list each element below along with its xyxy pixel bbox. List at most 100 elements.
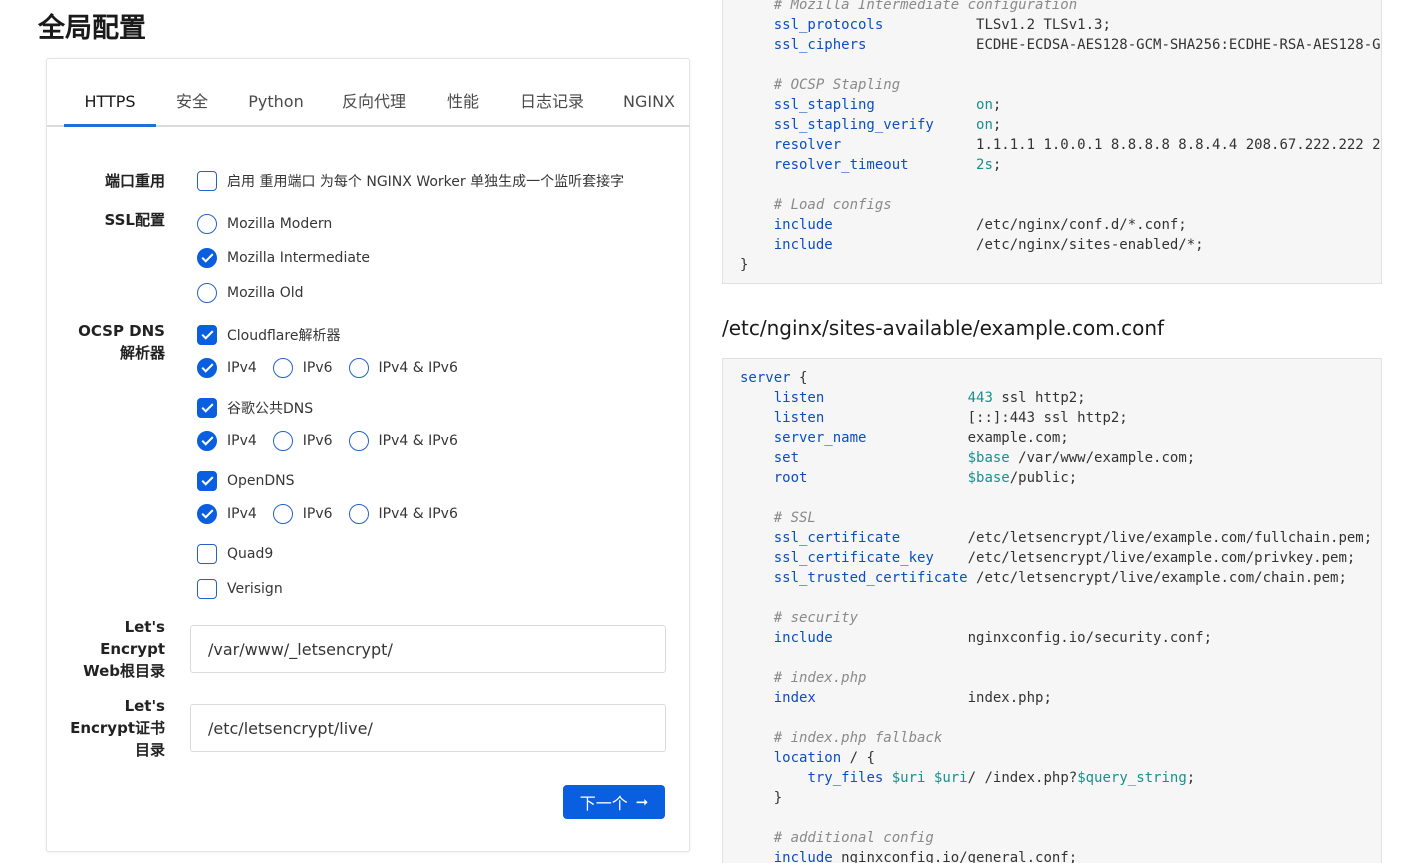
config-panel: HTTPS 安全 Python 反向代理 性能 日志记录 NGINX 端口重用 …	[46, 58, 690, 852]
cloudflare-ipv4[interactable]: IPv4	[197, 358, 257, 378]
ssl-option-modern[interactable]: Mozilla Modern	[197, 213, 332, 235]
code-token: /etc/letsencrypt/live/example.com/chain.…	[967, 570, 1347, 586]
next-button[interactable]: 下一个 ➞	[563, 785, 665, 819]
code-line: root $base/public;	[740, 468, 1077, 488]
code-line: # OCSP Stapling	[740, 75, 900, 95]
check-icon	[200, 250, 214, 263]
code-line: resolver 1.1.1.1 1.0.0.1 8.8.8.8 8.8.4.4…	[740, 135, 1381, 155]
reuseport-option[interactable]: 启用 重用端口 为每个 NGINX Worker 单独生成一个监听套接字	[197, 170, 624, 192]
ip-option-label: IPv4	[227, 360, 257, 376]
opendns-ipv4[interactable]: IPv4	[197, 504, 257, 524]
cloudflare-ipv6[interactable]: IPv6	[272, 358, 333, 378]
letsencrypt-root-label: Let's Encrypt Web根目录	[83, 616, 165, 682]
code-token: location	[773, 750, 842, 766]
ipv6-radio[interactable]	[272, 504, 293, 524]
code-token: # SSL	[773, 510, 816, 526]
ipv4-ipv6-radio[interactable]	[348, 358, 369, 378]
code-line: ssl_trusted_certificate /etc/letsencrypt…	[740, 568, 1347, 588]
code-token: $base	[967, 450, 1010, 466]
code-token: ssl_protocols	[773, 17, 884, 33]
code-token: ssl_ciphers	[773, 37, 867, 53]
google-checkbox[interactable]	[197, 398, 217, 418]
tab-performance[interactable]: 性能	[433, 79, 493, 125]
code-line: # SSL	[740, 508, 816, 528]
ipv4-radio[interactable]	[197, 358, 217, 378]
resolver-opendns[interactable]: OpenDNS	[197, 470, 295, 492]
code-line: include /etc/nginx/conf.d/*.conf;	[740, 215, 1187, 235]
google-ipv4-ipv6[interactable]: IPv4 & IPv6	[348, 431, 458, 451]
ssl-label: SSL配置	[104, 211, 166, 229]
tab-logging[interactable]: 日志记录	[509, 79, 595, 125]
code-token: include	[773, 237, 833, 253]
ssl-intermediate-radio[interactable]	[197, 248, 217, 268]
ssl-option-label: Mozilla Old	[227, 285, 304, 301]
ssl-old-radio[interactable]	[197, 283, 217, 303]
opendns-ipv4-ipv6[interactable]: IPv4 & IPv6	[348, 504, 458, 524]
resolver-cloudflare[interactable]: Cloudflare解析器	[197, 324, 340, 346]
code-token: ;	[992, 97, 1002, 113]
tab-reverse-proxy[interactable]: 反向代理	[331, 79, 417, 125]
letsencrypt-cert-input[interactable]	[190, 704, 666, 752]
code-line: ssl_ciphers ECDHE-ECDSA-AES128-GCM-SHA25…	[740, 35, 1381, 55]
google-ipv6[interactable]: IPv6	[272, 431, 333, 451]
ipv4-ipv6-radio[interactable]	[348, 431, 369, 451]
opendns-ipv6[interactable]: IPv6	[272, 504, 333, 524]
ocsp-label-line: OCSP DNS	[78, 322, 165, 340]
reuseport-checkbox[interactable]	[197, 171, 217, 191]
code-token: /etc/letsencrypt/live/example.com/privke…	[933, 550, 1356, 566]
code-line: server_name example.com;	[740, 428, 1069, 448]
ssl-option-old[interactable]: Mozilla Old	[197, 282, 304, 304]
resolver-verisign[interactable]: Verisign	[197, 578, 283, 600]
arrow-right-icon: ➞	[635, 793, 649, 811]
google-ipv4[interactable]: IPv4	[197, 431, 257, 451]
tab-python[interactable]: Python	[237, 79, 315, 125]
code-line: # index.php fallback	[740, 728, 943, 748]
code-token: $base	[967, 470, 1010, 486]
ocsp-label: OCSP DNS 解析器	[78, 320, 165, 364]
letsencrypt-root-input[interactable]	[190, 625, 666, 673]
resolver-google[interactable]: 谷歌公共DNS	[197, 397, 313, 419]
ipv4-radio[interactable]	[197, 431, 217, 451]
code-line: location / {	[740, 748, 875, 768]
code-token: # additional config	[773, 830, 934, 846]
resolver-quad9[interactable]: Quad9	[197, 543, 273, 565]
verisign-checkbox[interactable]	[197, 579, 217, 599]
ipv4-ipv6-radio[interactable]	[348, 504, 369, 524]
quad9-checkbox[interactable]	[197, 544, 217, 564]
cloudflare-checkbox[interactable]	[197, 325, 217, 345]
label-line: Let's	[124, 618, 165, 636]
code-token: include	[773, 217, 833, 233]
ipv4-radio[interactable]	[197, 504, 217, 524]
tab-https[interactable]: HTTPS	[64, 79, 156, 127]
ssl-option-intermediate[interactable]: Mozilla Intermediate	[197, 247, 370, 269]
tab-nginx[interactable]: NGINX	[611, 79, 687, 125]
opendns-checkbox[interactable]	[197, 471, 217, 491]
ssl-modern-radio[interactable]	[197, 214, 217, 234]
page-title: 全局配置	[38, 13, 146, 44]
tab-security[interactable]: 安全	[165, 79, 219, 125]
reuseport-option-label: 启用 重用端口 为每个 NGINX Worker 单独生成一个监听套接字	[227, 174, 625, 190]
code-token: index	[773, 690, 816, 706]
next-button-label: 下一个	[579, 794, 628, 813]
ipv6-radio[interactable]	[272, 358, 293, 378]
code-token: ;	[1186, 770, 1196, 786]
code-token: include	[773, 850, 833, 863]
ipv6-radio[interactable]	[272, 431, 293, 451]
cloudflare-ipv4-ipv6[interactable]: IPv4 & IPv6	[348, 358, 458, 378]
code-line: listen [::]:443 ssl http2;	[740, 408, 1128, 428]
resolver-label: 谷歌公共DNS	[227, 401, 314, 417]
